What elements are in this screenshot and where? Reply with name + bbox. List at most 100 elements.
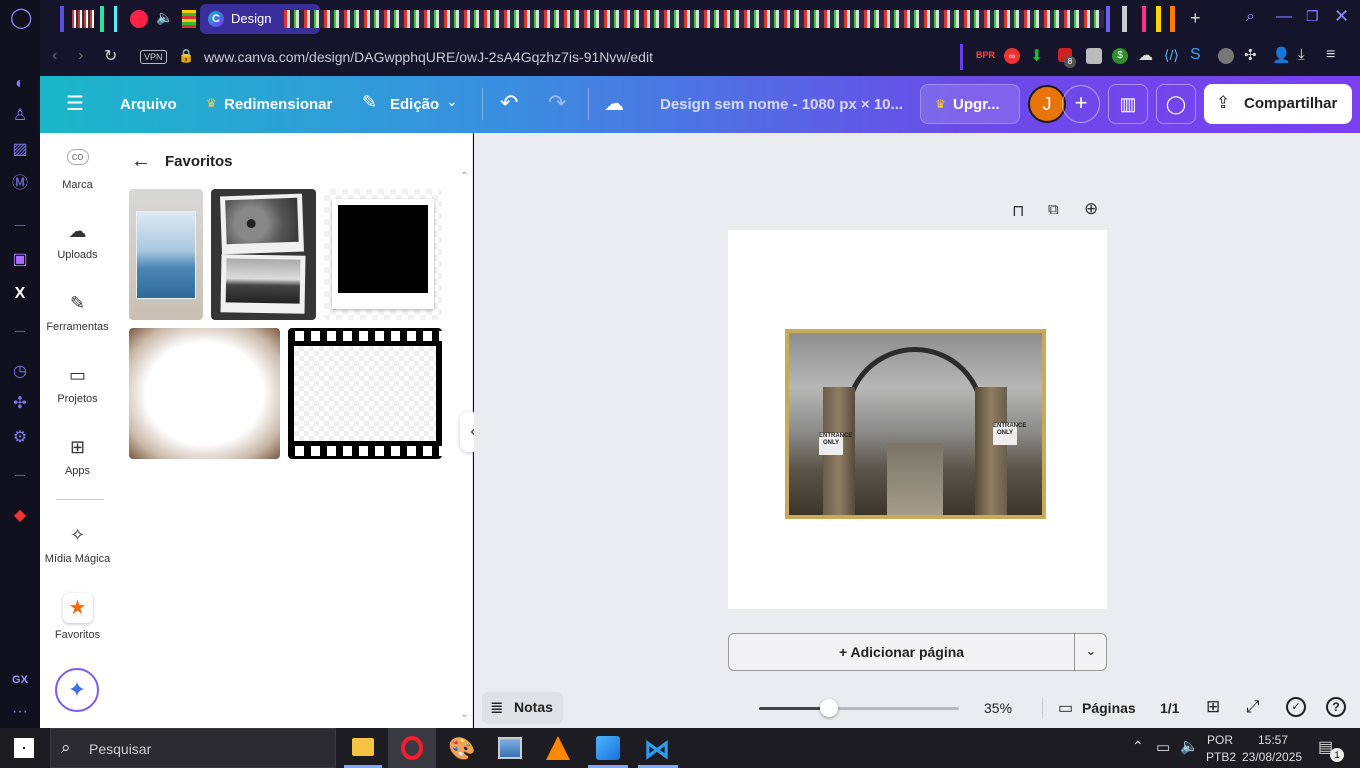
file-menu-button[interactable]: Arquivo <box>120 76 177 133</box>
duplicate-page-icon[interactable]: ⧉ <box>1048 201 1059 218</box>
more-dots-icon[interactable]: ··· <box>10 702 30 722</box>
notes-button[interactable]: ≣ Notas <box>482 692 563 724</box>
tab-stub[interactable] <box>1170 6 1175 32</box>
windows-start-icon[interactable] <box>14 738 34 758</box>
media-record-icon[interactable] <box>130 10 148 28</box>
chevron-down-icon[interactable]: ⌄ <box>446 93 458 110</box>
new-tab-plus-icon[interactable]: + <box>1190 8 1201 29</box>
rail-item-favorites[interactable]: ★ Favoritos <box>40 593 115 641</box>
dev-tools-icon[interactable]: ⟨/⟩ <box>1164 47 1179 64</box>
grid-view-icon[interactable]: ⊞ <box>1206 697 1220 717</box>
pages-button[interactable]: Páginas <box>1082 700 1136 716</box>
ublock-icon[interactable]: ◆ <box>10 506 30 526</box>
scroll-up-icon[interactable]: ⌃ <box>460 171 468 182</box>
restore-icon[interactable]: ❐ <box>1306 8 1319 25</box>
x-twitter-icon[interactable]: X <box>10 284 30 304</box>
extensions-icon[interactable]: ✣ <box>10 394 30 414</box>
vpn-badge[interactable]: VPN <box>140 50 167 64</box>
tab-stub[interactable] <box>1142 6 1146 32</box>
settings-gear-icon[interactable]: ⚙ <box>10 428 30 448</box>
photos-app-icon[interactable] <box>596 736 620 760</box>
workspaces-icon[interactable]: ▨ <box>10 140 30 160</box>
minimize-icon[interactable]: — <box>1276 8 1292 26</box>
monitor-app-icon[interactable] <box>498 737 522 759</box>
tab-favicon[interactable] <box>72 10 94 28</box>
rail-item-apps[interactable]: ⊞ Apps <box>40 435 115 477</box>
add-page-chevron-down-icon[interactable]: ⌄ <box>1075 634 1107 670</box>
reload-icon[interactable]: ↻ <box>104 46 117 66</box>
favorite-item-bw-polaroids[interactable] <box>211 189 316 320</box>
clock-date[interactable]: 23/08/2025 <box>1242 750 1302 764</box>
easy-setup-icon[interactable]: ≡ <box>1326 46 1335 64</box>
tab-stub[interactable] <box>60 6 64 32</box>
input-language[interactable]: POR <box>1207 733 1233 747</box>
undo-icon[interactable]: ↶ <box>500 90 518 116</box>
scroll-down-icon[interactable]: ⌄ <box>460 709 468 720</box>
edit-mode-button[interactable]: Edição <box>390 76 439 133</box>
tab-stub[interactable] <box>100 6 104 32</box>
favorite-item-ocean-frame[interactable] <box>129 189 203 320</box>
rail-item-uploads[interactable]: ☁ Uploads <box>40 219 115 261</box>
favorite-item-film-strip[interactable] <box>288 328 442 459</box>
puzzle-icon[interactable]: ✣ <box>1244 46 1257 64</box>
tray-chevron-up-icon[interactable]: ⌃ <box>1132 738 1144 755</box>
rail-item-brand[interactable]: co Marca <box>40 149 115 191</box>
close-window-icon[interactable]: ✕ <box>1334 6 1349 27</box>
extension-icon[interactable] <box>1086 48 1102 64</box>
avatar[interactable]: J <box>1028 85 1066 123</box>
zoom-percent[interactable]: 35% <box>984 700 1012 716</box>
aria-icon[interactable]: ♙ <box>10 106 30 126</box>
tab-stub[interactable] <box>114 6 117 32</box>
resize-button[interactable]: Redimensionar <box>224 76 332 133</box>
design-title[interactable]: Design sem nome - 1080 px × 10... <box>660 96 903 113</box>
back-icon[interactable]: ‹ <box>52 47 57 65</box>
tab-favicon[interactable] <box>182 10 196 28</box>
tab-stub[interactable] <box>1122 6 1127 32</box>
fullscreen-icon[interactable]: ⤢ <box>1246 697 1260 717</box>
redo-icon[interactable]: ↷ <box>548 90 566 116</box>
history-icon[interactable]: ◷ <box>10 362 30 382</box>
speaker-icon[interactable]: 🔈 <box>156 9 173 26</box>
rail-item-magic-media[interactable]: ✧ Mídia Mágica <box>40 523 115 565</box>
twitch-icon[interactable]: ▣ <box>10 250 30 270</box>
opera-logo-icon[interactable]: ◯ <box>10 8 32 28</box>
rail-item-projects[interactable]: ▭ Projetos <box>40 363 115 405</box>
tab-stub[interactable] <box>1106 6 1110 32</box>
add-page-button[interactable]: + Adicionar página <box>729 634 1074 670</box>
comment-icon[interactable]: ◯ <box>1156 84 1196 124</box>
add-collaborator-plus-icon[interactable]: + <box>1062 85 1100 123</box>
rail-item-tools[interactable]: ✎ Ferramentas <box>40 291 115 333</box>
magic-assistant-sparkle-icon[interactable]: ✦ <box>55 668 99 712</box>
extension-icon[interactable]: ☁ <box>1138 46 1153 64</box>
extension-icon[interactable] <box>1218 48 1234 64</box>
tab-stub[interactable] <box>1156 6 1161 32</box>
analytics-bar-icon[interactable]: ▥ <box>1108 84 1148 124</box>
check-icon[interactable]: ✓ <box>1286 697 1306 717</box>
volume-icon[interactable]: 🔈 <box>1180 737 1199 755</box>
speed-dial-icon[interactable]: ◐ <box>10 74 30 94</box>
paint-palette-icon[interactable]: 🎨 <box>448 736 475 762</box>
network-icon[interactable]: ▭ <box>1156 738 1170 756</box>
taskbar-search-box[interactable]: ⌕ Pesquisar <box>50 728 336 768</box>
vscode-icon[interactable]: ⋈ <box>644 734 670 765</box>
tab-strip[interactable] <box>284 10 1104 28</box>
lock-page-icon[interactable]: ⊓ <box>1012 201 1024 221</box>
zoom-slider-track[interactable] <box>759 699 959 717</box>
lock-icon[interactable]: 🔒 <box>178 48 194 64</box>
downloads-icon[interactable]: ⤓ <box>1298 46 1305 63</box>
pages-icon[interactable]: ▭ <box>1058 698 1073 718</box>
gx-icon[interactable]: GX <box>10 670 30 690</box>
url-text[interactable]: www.canva.com/design/DAGwpphqURE/owJ-2sA… <box>204 49 653 65</box>
profile-icon[interactable]: 👤 <box>1272 46 1291 64</box>
dollar-icon[interactable]: $ <box>1112 48 1128 64</box>
m-app-icon[interactable]: Ⓜ <box>10 174 30 194</box>
forward-icon[interactable]: › <box>78 47 83 65</box>
extension-icon[interactable]: ∞ <box>1004 48 1020 64</box>
extension-icon[interactable]: BPR <box>976 50 995 60</box>
extension-icon[interactable]: S <box>1190 46 1201 64</box>
upgrade-button[interactable]: ♛ Upgr... <box>920 84 1020 124</box>
search-icon[interactable]: ⌕ <box>1246 8 1255 26</box>
design-page[interactable]: ENTRANCE ONLY ENTRANCE ONLY <box>728 230 1107 609</box>
cemetery-gate-photo[interactable]: ENTRANCE ONLY ENTRANCE ONLY <box>785 329 1046 519</box>
opera-taskbar-button[interactable] <box>388 728 436 768</box>
